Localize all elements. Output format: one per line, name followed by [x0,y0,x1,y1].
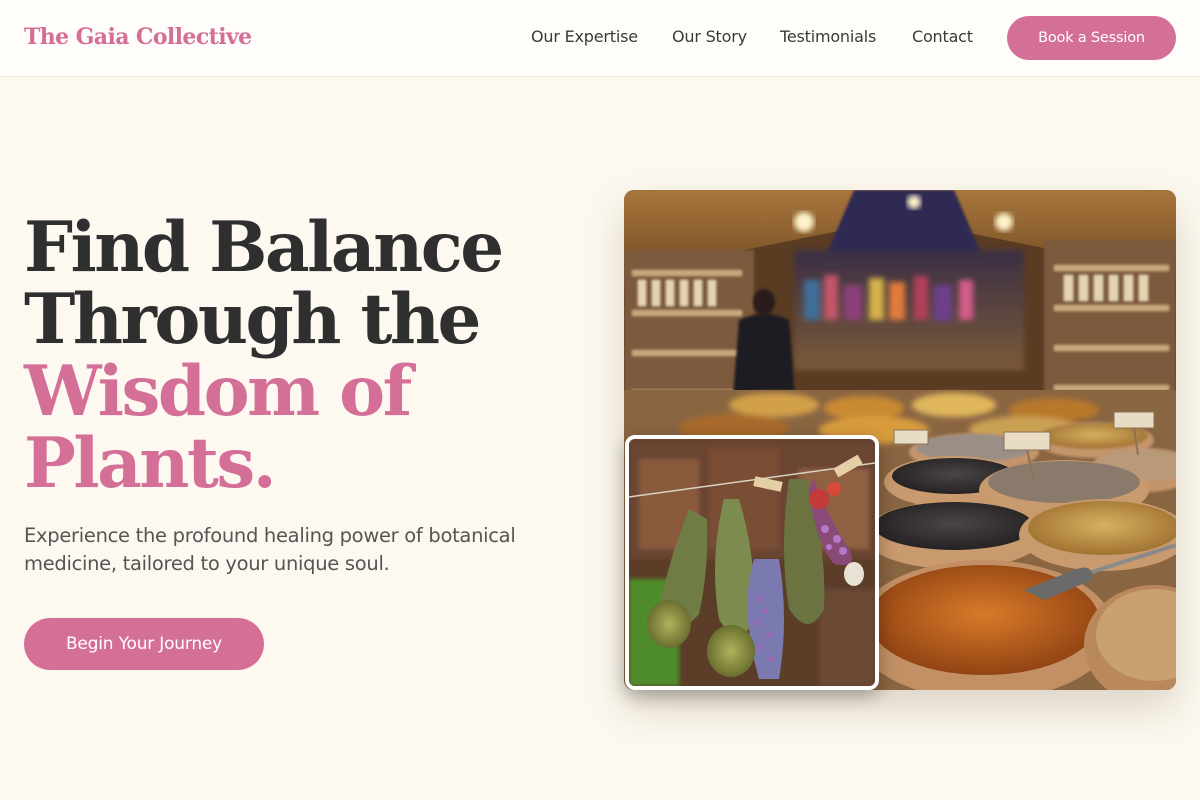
dried-herbs-image [625,435,879,690]
brand-logo[interactable]: The Gaia Collective [24,24,252,50]
hero-title-accent-line: Plants. [24,423,277,504]
site-header: The Gaia Collective Our Expertise Our St… [0,0,1200,77]
nav-link-contact[interactable]: Contact [912,27,973,46]
nav-link-our-expertise[interactable]: Our Expertise [531,27,638,46]
hero-title: Find Balance Through the Wisdom of Plant… [24,212,584,500]
hero-title-line: Find Balance [24,207,504,288]
nav-link-testimonials[interactable]: Testimonials [780,27,876,46]
nav-link-our-story[interactable]: Our Story [672,27,747,46]
book-session-button[interactable]: Book a Session [1007,16,1176,60]
hero-title-line: Through the [24,279,481,360]
begin-journey-button[interactable]: Begin Your Journey [24,618,264,670]
hero-title-accent-line: Wisdom of [24,351,412,432]
hero-subtitle: Experience the profound healing power of… [24,524,516,575]
